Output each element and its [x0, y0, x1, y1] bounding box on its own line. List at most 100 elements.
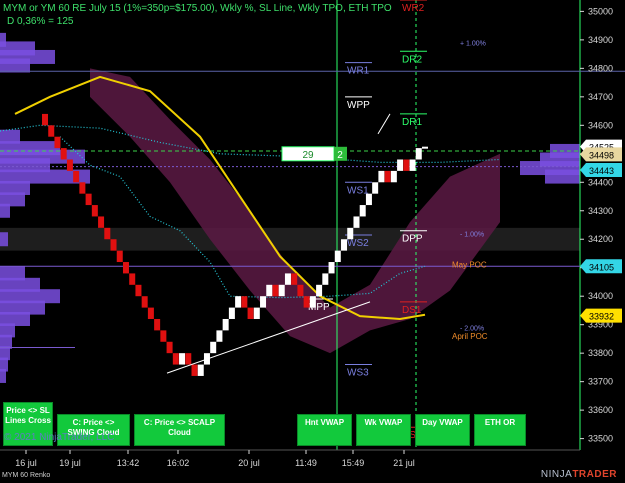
renko-brick — [172, 353, 179, 365]
volume-profile-bar — [0, 203, 10, 218]
y-axis-tick-label: 34800 — [588, 63, 613, 73]
x-axis-tick-label: 16:02 — [167, 458, 190, 468]
pivot-label-ws3: WS3 — [347, 368, 369, 379]
renko-brick — [235, 296, 242, 308]
y-axis-tick-label: 34200 — [588, 234, 613, 244]
pivot-label-ds1: DS1 — [402, 305, 422, 316]
renko-brick — [303, 296, 310, 308]
scalp-cloud-button[interactable]: C: Price <> SCALP Cloud — [134, 414, 225, 446]
poc-label: April POC — [452, 332, 488, 341]
y-axis-tick-label: 33800 — [588, 348, 613, 358]
renko-brick — [179, 353, 186, 365]
pivot-label-wr1: WR1 — [347, 66, 370, 77]
logo-left: NINJA — [540, 469, 573, 480]
renko-brick — [166, 341, 173, 354]
renko-brick — [284, 273, 291, 285]
x-axis-tick-label: 16 jul — [15, 458, 37, 468]
renko-brick — [415, 148, 422, 160]
volume-profile-bar — [0, 58, 30, 73]
y-axis-tick-label: 33500 — [588, 434, 613, 444]
x-axis-tick-label: 21 jul — [393, 458, 415, 468]
pivot-label-wpp: WPP — [347, 100, 370, 111]
renko-brick — [316, 284, 323, 297]
price-badge-label: 33932 — [589, 312, 614, 322]
renko-brick — [85, 193, 92, 206]
renko-brick — [48, 125, 55, 137]
renko-brick — [191, 364, 198, 376]
header-line-2: D 0,36% = 125 — [7, 16, 74, 27]
renko-brick — [228, 307, 235, 319]
renko-brick — [309, 296, 316, 308]
renko-brick — [185, 353, 192, 365]
x-axis-tick-label: 19 jul — [59, 458, 81, 468]
y-axis-tick-label: 34700 — [588, 92, 613, 102]
pivot-label-dr2: DR2 — [402, 54, 422, 65]
pivot-label-ws1: WS1 — [347, 185, 369, 196]
renko-brick — [129, 273, 136, 285]
counter-box-count: 2 — [337, 150, 343, 161]
renko-brick — [216, 330, 223, 342]
renko-brick — [160, 330, 167, 342]
volume-profile-bar — [0, 232, 8, 247]
renko-brick — [384, 170, 391, 183]
price-chart[interactable]: WR1DR2WPPDR1WS1DPPWS2MPP DS1WS3DS2WR2+ 1.… — [0, 0, 625, 483]
renko-brick — [122, 262, 129, 274]
renko-brick — [365, 193, 372, 206]
x-axis-tick-label: 15:49 — [342, 458, 365, 468]
renko-brick — [42, 113, 48, 126]
renko-brick — [110, 239, 117, 251]
renko-brick — [210, 341, 217, 354]
copyright-watermark: © 2021 NinjaTrader, LLC — [4, 432, 115, 443]
renko-brick — [328, 262, 335, 274]
trend-arrow — [377, 113, 391, 135]
wk-vwap-button[interactable]: Wk VWAP — [356, 414, 411, 446]
hnt-vwap-button[interactable]: Hnt VWAP — [297, 414, 352, 446]
renko-brick — [334, 250, 341, 263]
renko-brick — [272, 284, 279, 297]
logo-right: TRADER — [572, 469, 617, 480]
renko-brick — [91, 205, 98, 217]
renko-brick — [372, 182, 379, 194]
renko-brick — [79, 182, 86, 194]
renko-brick — [278, 284, 285, 297]
y-axis-tick-label: 34400 — [588, 177, 613, 187]
renko-brick — [98, 216, 105, 228]
pivot-label-wr2: WR2 — [402, 3, 425, 14]
renko-brick — [409, 159, 416, 171]
y-axis-tick-label: 34600 — [588, 120, 613, 130]
poc-label: May POC — [452, 261, 487, 270]
renko-brick — [353, 216, 360, 228]
price-badge-label: 34105 — [589, 262, 614, 272]
renko-brick — [66, 159, 73, 171]
renko-brick — [378, 170, 385, 183]
x-axis-tick-label: 11:49 — [295, 458, 317, 468]
renko-brick — [141, 296, 148, 308]
renko-brick — [222, 318, 229, 331]
renko-brick — [266, 284, 273, 297]
eth-or-button[interactable]: ETH OR — [474, 414, 526, 446]
renko-brick — [347, 227, 354, 240]
renko-brick — [116, 250, 123, 263]
pivot-label-ws2: WS2 — [347, 238, 369, 249]
day-vwap-button[interactable]: Day VWAP — [415, 414, 470, 446]
percent-label: + 1.00% — [460, 41, 486, 48]
y-axis-tick-label: 34300 — [588, 206, 613, 216]
renko-brick — [291, 273, 298, 285]
renko-brick — [135, 284, 142, 297]
y-axis-tick-label: 33600 — [588, 405, 613, 415]
y-axis-tick-label: 34000 — [588, 291, 613, 301]
price-badge-label: 34498 — [589, 150, 614, 160]
renko-brick — [297, 284, 304, 297]
pivot-label-dr1: DR1 — [402, 117, 422, 128]
renko-brick — [54, 136, 61, 149]
renko-brick — [359, 205, 366, 217]
renko-brick — [60, 148, 67, 160]
renko-brick — [260, 296, 267, 308]
renko-brick — [403, 159, 410, 171]
renko-brick — [241, 296, 248, 308]
y-axis-tick-label: 34900 — [588, 35, 613, 45]
volume-profile-bar-right — [545, 169, 580, 184]
percent-label: - 1.00% — [460, 231, 484, 238]
renko-brick — [322, 273, 329, 285]
renko-brick — [247, 307, 254, 319]
